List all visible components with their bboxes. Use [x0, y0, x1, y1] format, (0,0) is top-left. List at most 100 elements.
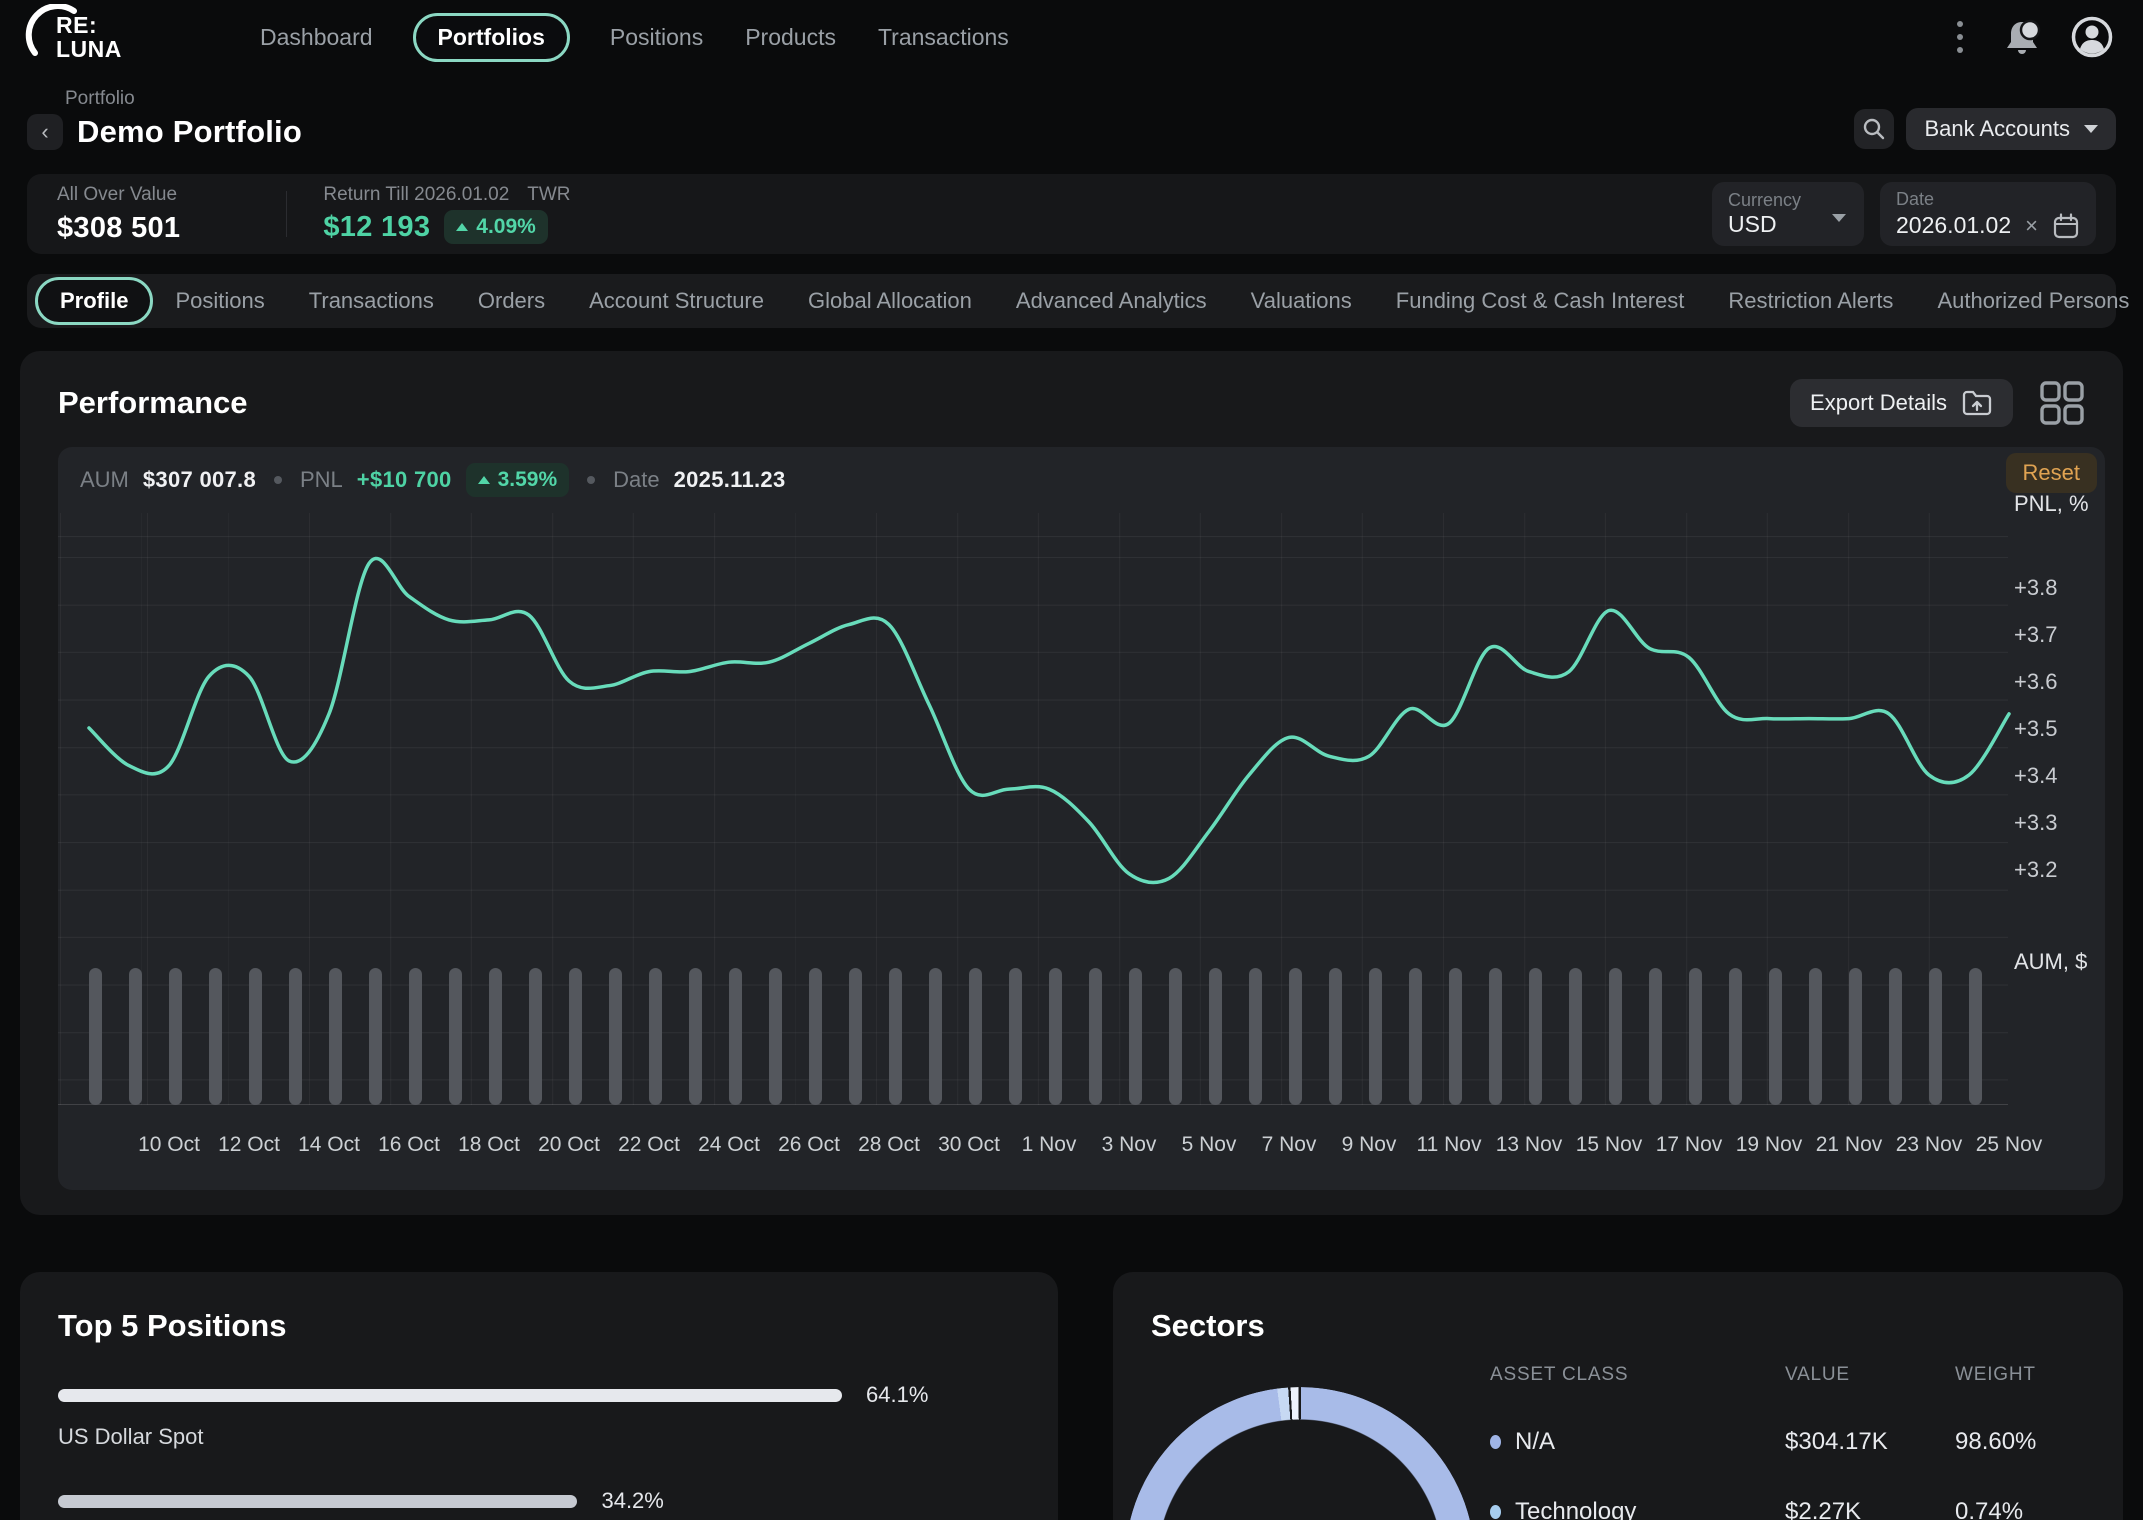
top-nav: RE: LUNA Dashboard Portfolios Positions Pro…	[0, 0, 2143, 74]
tab-account-structure[interactable]: Account Structure	[567, 278, 786, 324]
divider	[286, 191, 287, 237]
sectors-card: Sectors ASSET CLASS VALUE WEIGHT N/A $30…	[1113, 1272, 2123, 1520]
top-positions-card: Top 5 Positions 64.1% US Dollar Spot 34.…	[20, 1272, 1058, 1520]
bank-accounts-dropdown[interactable]: Bank Accounts	[1906, 108, 2116, 150]
x-tick-label: 22 Oct	[607, 1133, 691, 1157]
sector-row: Technology $2.27K 0.74%	[1490, 1498, 2080, 1520]
pnl-line-chart	[58, 447, 2105, 1190]
page-head: Portfolio ‹ Demo Portfolio Bank Accounts	[27, 88, 2116, 164]
tab-profile[interactable]: Profile	[35, 277, 153, 325]
currency-select[interactable]: Currency USD	[1712, 182, 1864, 246]
return-value: $12 193	[323, 211, 430, 244]
tab-valuations[interactable]: Valuations	[1229, 278, 1374, 324]
x-tick-label: 26 Oct	[767, 1133, 851, 1157]
nav-item-positions[interactable]: Positions	[608, 15, 705, 60]
return-block: Return Till 2026.01.02 TWR $12 193 4.09%	[313, 184, 580, 244]
user-avatar-icon[interactable]	[2071, 16, 2113, 58]
nav-item-products[interactable]: Products	[743, 15, 838, 60]
stats-bar: All Over Value $308 501 Return Till 2026…	[27, 174, 2116, 254]
aum-axis-title: AUM, $	[2014, 949, 2087, 975]
sector-dot	[1490, 1505, 1501, 1519]
tab-authorized-persons[interactable]: Authorized Persons	[1915, 278, 2143, 324]
x-tick-label: 11 Nov	[1407, 1133, 1491, 1157]
more-menu-icon[interactable]	[1949, 17, 1971, 57]
y-tick-label: +3.5	[2014, 716, 2057, 742]
clear-date-icon[interactable]: ×	[2023, 213, 2040, 239]
sector-value: $304.17K	[1785, 1428, 1955, 1456]
x-tick-label: 23 Nov	[1887, 1133, 1971, 1157]
search-icon	[1862, 117, 1886, 141]
all-over-value-label: All Over Value	[57, 184, 180, 206]
x-axis-labels: 10 Oct12 Oct14 Oct16 Oct18 Oct20 Oct22 O…	[58, 1133, 2105, 1163]
chart-info-row: AUM $307 007.8 PNL +$10 700 3.59% Date 2…	[80, 457, 786, 503]
y-tick-label: +3.7	[2014, 622, 2057, 648]
notifications-bell-icon[interactable]	[2001, 18, 2041, 56]
pnl-pct-badge: 3.59%	[466, 463, 570, 497]
sectors-title: Sectors	[1151, 1308, 2085, 1344]
nav-item-portfolios[interactable]: Portfolios	[413, 13, 570, 62]
search-button[interactable]	[1854, 109, 1894, 149]
twr-label: TWR	[527, 184, 570, 206]
bank-accounts-label: Bank Accounts	[1924, 116, 2070, 142]
aum-label: AUM	[80, 467, 129, 493]
sectors-donut-chart	[1125, 1387, 1475, 1520]
arrow-up-icon	[478, 476, 490, 484]
sector-name: Technology	[1515, 1498, 1636, 1520]
nav-item-transactions[interactable]: Transactions	[876, 15, 1011, 60]
performance-chart-panel[interactable]: AUM $307 007.8 PNL +$10 700 3.59% Date 2…	[58, 447, 2105, 1190]
pnl-label: PNL	[300, 467, 343, 493]
page-title: Demo Portfolio	[77, 114, 302, 150]
sector-name: N/A	[1515, 1428, 1555, 1456]
dot-separator	[587, 476, 595, 484]
x-tick-label: 14 Oct	[287, 1133, 371, 1157]
x-tick-label: 21 Nov	[1807, 1133, 1891, 1157]
performance-card: Performance Export Details AUM $307 007.…	[20, 351, 2123, 1215]
y-tick-label: +3.3	[2014, 810, 2057, 836]
nav-item-dashboard[interactable]: Dashboard	[258, 15, 375, 60]
performance-title: Performance	[58, 385, 248, 421]
y-tick-label: +3.8	[2014, 575, 2057, 601]
x-tick-label: 18 Oct	[447, 1133, 531, 1157]
x-tick-label: 28 Oct	[847, 1133, 931, 1157]
tab-funding-cost-cash-interest[interactable]: Funding Cost & Cash Interest	[1374, 278, 1707, 324]
tab-positions[interactable]: Positions	[153, 278, 286, 324]
position-weight-bar	[58, 1495, 577, 1508]
x-tick-label: 12 Oct	[207, 1133, 291, 1157]
tab-advanced-analytics[interactable]: Advanced Analytics	[994, 278, 1229, 324]
tab-transactions[interactable]: Transactions	[287, 278, 456, 324]
date-value: 2026.01.02	[1896, 212, 2011, 239]
export-folder-icon	[1961, 389, 1993, 417]
x-tick-label: 13 Nov	[1487, 1133, 1571, 1157]
chart-date-value: 2025.11.23	[674, 467, 786, 493]
position-row: 34.2% Euro Spot	[58, 1488, 1020, 1520]
sector-value: $2.27K	[1785, 1498, 1955, 1520]
tab-global-allocation[interactable]: Global Allocation	[786, 278, 994, 324]
currency-value: USD	[1728, 211, 1848, 238]
x-tick-label: 16 Oct	[367, 1133, 451, 1157]
date-picker[interactable]: Date 2026.01.02 ×	[1880, 182, 2096, 246]
main-nav: Dashboard Portfolios Positions Products Tran…	[258, 13, 1011, 62]
y-tick-label: +3.2	[2014, 857, 2057, 883]
all-over-value: $308 501	[57, 212, 180, 245]
export-details-button[interactable]: Export Details	[1790, 379, 2013, 427]
top-positions-list: 64.1% US Dollar Spot 34.2% Euro Spot	[58, 1382, 1020, 1520]
arrow-up-icon	[456, 223, 468, 231]
calendar-icon[interactable]	[2052, 212, 2080, 240]
sector-dot	[1490, 1435, 1501, 1449]
reset-button[interactable]: Reset	[2006, 453, 2097, 493]
widgets-grid-icon[interactable]	[2039, 381, 2085, 425]
x-tick-label: 5 Nov	[1167, 1133, 1251, 1157]
aum-value: $307 007.8	[143, 467, 256, 493]
position-row: 64.1% US Dollar Spot	[58, 1382, 1020, 1450]
sectors-table-header: ASSET CLASS VALUE WEIGHT	[1490, 1364, 2080, 1386]
date-label: Date	[1896, 189, 2080, 210]
currency-label: Currency	[1728, 190, 1848, 211]
tab-orders[interactable]: Orders	[456, 278, 567, 324]
tab-restriction-alerts[interactable]: Restriction Alerts	[1706, 278, 1915, 324]
x-tick-label: 1 Nov	[1007, 1133, 1091, 1157]
app-logo[interactable]: RE: LUNA	[22, 4, 258, 70]
nav-right	[1949, 16, 2119, 58]
sector-row: N/A $304.17K 98.60%	[1490, 1428, 2080, 1456]
return-label: Return Till 2026.01.02	[323, 184, 509, 206]
back-button[interactable]: ‹	[27, 114, 63, 150]
